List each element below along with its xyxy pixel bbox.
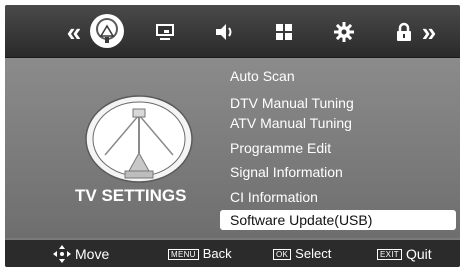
menu-key-icon: MENU: [168, 248, 199, 260]
quit-hint-label: Quit: [405, 246, 432, 262]
menu-item-ci-information[interactable]: CI Information: [230, 187, 318, 207]
menu-item-auto-scan[interactable]: Auto Scan: [230, 66, 295, 86]
menu-panel: TV SETTINGS Auto Scan DTV Manual Tuning …: [5, 58, 460, 238]
move-hint-label: Move: [75, 246, 110, 262]
menu-item-programme-edit[interactable]: Programme Edit: [230, 138, 331, 158]
satellite-dish-icon[interactable]: [87, 11, 127, 51]
double-left-chevron-icon[interactable]: «: [60, 17, 88, 47]
menu-item-software-update-usb[interactable]: Software Update(USB): [220, 210, 456, 230]
satellite-dish-illustration-icon: [83, 95, 195, 192]
select-hint-label: Select: [295, 246, 332, 261]
speaker-icon[interactable]: [211, 18, 239, 46]
footer-hint-bar: Move MENU Back OK Select EXIT Quit: [5, 240, 460, 267]
double-right-chevron-icon[interactable]: »: [415, 17, 443, 47]
gear-icon[interactable]: [330, 18, 358, 46]
grid-icon[interactable]: [270, 18, 298, 46]
exit-key-icon: EXIT: [377, 248, 402, 260]
section-title: TV SETTINGS: [75, 186, 187, 205]
menu-item-signal-information[interactable]: Signal Information: [230, 162, 343, 182]
top-tab-bar: « »: [5, 5, 460, 58]
tv-osd-window: « » TV SETTINGS Auto Scan DTV Manual Tun…: [5, 5, 460, 267]
lock-icon[interactable]: [390, 18, 418, 46]
menu-item-dtv-manual-tuning[interactable]: DTV Manual Tuning: [230, 93, 354, 113]
ok-key-icon: OK: [273, 248, 292, 260]
back-hint-label: Back: [202, 246, 232, 261]
four-way-arrows-icon: [53, 245, 71, 263]
menu-item-atv-manual-tuning[interactable]: ATV Manual Tuning: [230, 113, 352, 133]
picture-monitor-icon[interactable]: [151, 18, 179, 46]
